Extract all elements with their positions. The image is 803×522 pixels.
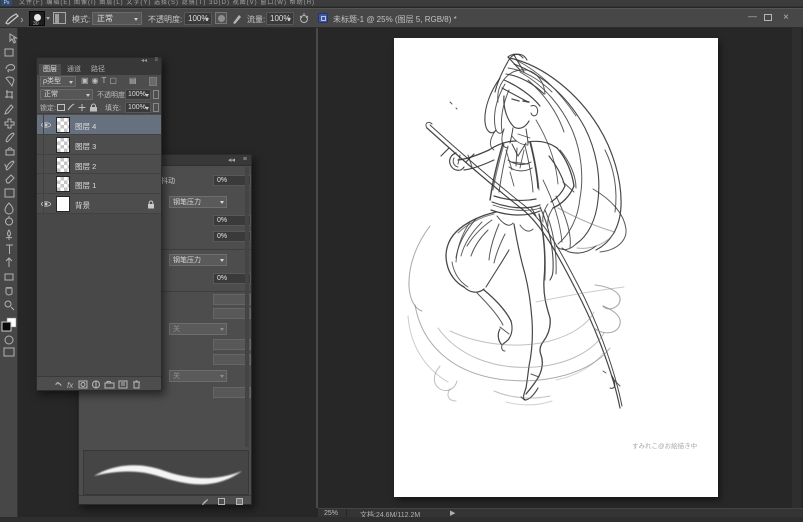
svg-text:fx: fx	[67, 381, 74, 389]
